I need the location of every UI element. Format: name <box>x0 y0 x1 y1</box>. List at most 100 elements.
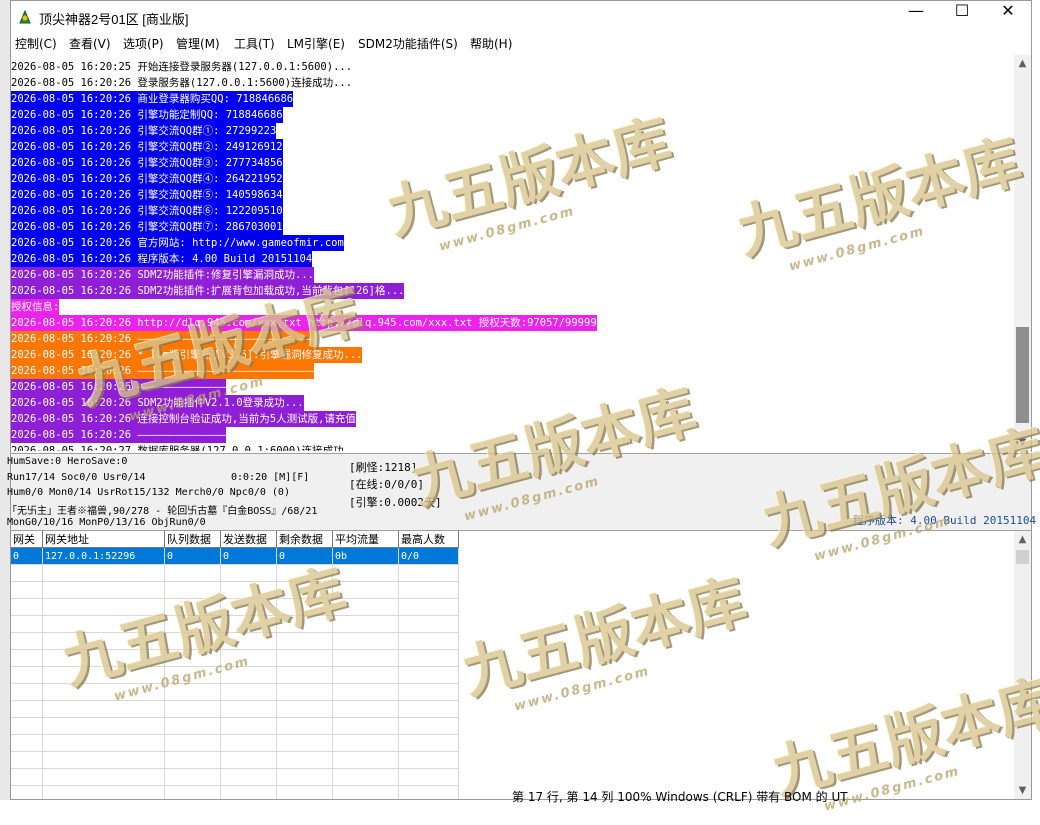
status-version: 程序版本: 4.00 Build 20151104 <box>853 514 1037 527</box>
column-header[interactable]: 平均流量 <box>333 531 399 548</box>
log-line: 2026-08-05 16:20:26 ————————————————————… <box>11 331 315 347</box>
menu-bar: 控制(C) 查看(V) 选项(P) 管理(M) 工具(T) LM引擎(E) SD… <box>11 33 1031 53</box>
menu-tools[interactable]: 工具(T) <box>234 35 275 52</box>
grid-column-divider <box>398 548 399 799</box>
table-row[interactable]: 0 127.0.0.1:52296 0 0 0 0b 0/0 <box>11 548 459 565</box>
maximize-button[interactable]: ☐ <box>939 1 985 33</box>
background-window-edge <box>0 0 10 800</box>
column-header[interactable]: 发送数据 <box>221 531 277 548</box>
log-line: 2026-08-05 16:20:26 官方网站: http://www.gam… <box>11 235 344 251</box>
status-mon: MonG0/10/16 MonP0/13/16 ObjRun0/0 <box>7 517 206 528</box>
log-line: 2026-08-05 16:20:26 引擎交流QQ群⑦: 286703001 <box>11 219 283 235</box>
table-cell: 0 <box>223 551 230 562</box>
grid-row-divider <box>11 649 459 650</box>
log-line: 2026-08-05 16:20:26 商业登录器购买QQ: 718846686 <box>11 91 294 107</box>
grid-scroll-up-icon[interactable]: ▲ <box>1014 531 1031 548</box>
log-line: 2026-08-05 16:20:26 引擎交流QQ群③: 277734856 <box>11 155 283 171</box>
log-line: 2026-08-05 16:20:26 引擎交流QQ群①: 27299223 <box>11 123 277 139</box>
status-boss: 「无卐主」王者※福兽,90/278 - 轮回卐古墓『白金BOSS』/68/21 <box>7 506 318 517</box>
status-run: Run17/14 Soc0/0 Usr0/14 <box>7 472 146 483</box>
status-refresh: [刷怪:1218] <box>349 461 418 474</box>
grid-scrollbar-thumb[interactable] <box>1016 550 1029 564</box>
column-header[interactable]: 网关地址 <box>43 531 165 548</box>
background-status-bar: 第 17 行, 第 14 列 100% Windows (CRLF) 带有 BO… <box>512 790 848 804</box>
log-line: 2026-08-05 16:20:26 引擎交流QQ群④: 264221952 <box>11 171 283 187</box>
grid-column-divider <box>42 548 43 799</box>
table-cell: 0 <box>167 551 174 562</box>
log-line: 授权信息: <box>11 299 60 315</box>
menu-lm-engine[interactable]: LM引擎(E) <box>287 35 345 52</box>
table-cell: 0b <box>335 551 348 562</box>
status-uptime: 0:0:20 [M][F] <box>231 472 310 483</box>
log-line: 2026-08-05 16:20:26 http://dlq.945.com/x… <box>11 315 597 331</box>
menu-options[interactable]: 选项(P) <box>123 35 164 52</box>
table-cell: 0/0 <box>401 551 420 562</box>
menu-help[interactable]: 帮助(H) <box>470 35 512 52</box>
gateway-grid: 网关 网关地址 队列数据 发送数据 剩余数据 平均流量 最高人数 0 127.0.0.1:522… <box>11 531 1031 799</box>
close-button[interactable]: ✕ <box>985 1 1031 33</box>
log-line: 2026-08-05 16:20:26 引擎功能定制QQ: 718846686 <box>11 107 283 123</box>
column-header[interactable]: 网关 <box>11 531 43 548</box>
log-line: 2026-08-05 16:20:26 引擎交流QQ群②: 249126912 <box>11 139 283 155</box>
status-online: [在线:0/0/0] <box>349 478 424 491</box>
log-line: 2026-08-05 16:20:26 * [Lm版引擎补丁v3.6]:引擎漏洞… <box>11 347 363 363</box>
column-header[interactable]: 队列数据 <box>165 531 221 548</box>
grid-column-divider <box>220 548 221 799</box>
grid-row-divider <box>11 581 459 582</box>
log-line: 2026-08-05 16:20:26 —————————————— <box>11 427 226 443</box>
log-panel[interactable]: 2026-08-05 16:20:25 开始连接登录服务器(127.0.0.1:… <box>11 55 1014 451</box>
gateway-table[interactable]: 网关 网关地址 队列数据 发送数据 剩余数据 平均流量 最高人数 0 127.0.0.1:522… <box>11 531 459 799</box>
grid-scrollbar[interactable]: ▲ ▼ <box>1014 531 1031 799</box>
grid-row-divider <box>11 564 459 565</box>
grid-column-divider <box>332 548 333 799</box>
window-title: 顶尖神器2号01区 [商业版] <box>39 12 189 27</box>
grid-row-divider <box>11 751 459 752</box>
scroll-up-icon[interactable]: ▲ <box>1014 55 1031 72</box>
log-line: 2026-08-05 16:20:26 登录服务器(127.0.0.1:5600… <box>11 75 353 91</box>
grid-row-divider <box>11 785 459 786</box>
status-engine: [引擎:0.0002天] <box>349 496 442 509</box>
scrollbar-thumb[interactable] <box>1016 327 1029 423</box>
log-line: 2026-08-05 16:20:27 数据库服务器(127.0.0.1:600… <box>11 443 363 451</box>
grid-row-divider <box>11 768 459 769</box>
log-scrollbar[interactable]: ▲ ▼ <box>1014 55 1031 451</box>
app-icon <box>19 9 31 24</box>
grid-row-divider <box>11 734 459 735</box>
log-line: 2026-08-05 16:20:26 SDM2功能插件:修复引擎漏洞成功... <box>11 267 315 283</box>
minimize-button[interactable]: — <box>893 1 939 33</box>
log-line: 2026-08-05 16:20:26 ————————————————————… <box>11 363 315 379</box>
grid-row-divider <box>11 632 459 633</box>
log-line: 2026-08-05 16:20:26 连接控制台验证成功,当前为5人测试版,请… <box>11 411 356 427</box>
column-header[interactable]: 最高人数 <box>399 531 459 548</box>
log-line: 2026-08-05 16:20:26 引擎交流QQ群⑥: 122209510 <box>11 203 283 219</box>
grid-column-divider <box>276 548 277 799</box>
log-line: 2026-08-05 16:20:26 程序版本: 4.00 Build 201… <box>11 251 313 267</box>
grid-row-divider <box>11 717 459 718</box>
log-line: 2026-08-05 16:20:26 —————————————— <box>11 379 226 395</box>
grid-row-divider <box>11 666 459 667</box>
title-bar: 顶尖神器2号01区 [商业版] — ☐ ✕ <box>11 1 1031 33</box>
grid-row-divider <box>11 683 459 684</box>
column-header[interactable]: 剩余数据 <box>277 531 333 548</box>
status-humsave: HumSave:0 HeroSave:0 <box>7 456 128 467</box>
grid-row-divider <box>11 615 459 616</box>
log-line: 2026-08-05 16:20:25 开始连接登录服务器(127.0.0.1:… <box>11 59 353 75</box>
menu-manage[interactable]: 管理(M) <box>176 35 220 52</box>
log-line: 2026-08-05 16:20:26 引擎交流QQ群⑤: 140598634 <box>11 187 283 203</box>
table-cell: 127.0.0.1:52296 <box>45 551 136 562</box>
grid-column-divider <box>458 548 459 799</box>
log-line: 2026-08-05 16:20:26 SDM2功能插件V2.1.0登录成功..… <box>11 395 304 411</box>
grid-row-divider <box>11 700 459 701</box>
grid-row-divider <box>11 598 459 599</box>
app-window: 顶尖神器2号01区 [商业版] — ☐ ✕ 控制(C) 查看(V) 选项(P) … <box>7 0 1036 800</box>
log-line: 2026-08-05 16:20:26 SDM2功能插件:扩展背包加载成功,当前… <box>11 283 405 299</box>
grid-scroll-down-icon[interactable]: ▼ <box>1014 782 1031 799</box>
menu-control[interactable]: 控制(C) <box>15 35 57 52</box>
menu-view[interactable]: 查看(V) <box>69 35 111 52</box>
status-hum: Hum0/0 Mon0/14 UsrRot15/132 Merch0/0 Npc… <box>7 487 290 498</box>
scroll-down-icon[interactable]: ▼ <box>1014 434 1031 451</box>
grid-column-divider <box>164 548 165 799</box>
status-panel: HumSave:0 HeroSave:0 Run17/14 Soc0/0 Usr… <box>7 453 1036 531</box>
table-cell: 0 <box>279 551 286 562</box>
menu-sdm2-plugin[interactable]: SDM2功能插件(S) <box>358 35 458 52</box>
